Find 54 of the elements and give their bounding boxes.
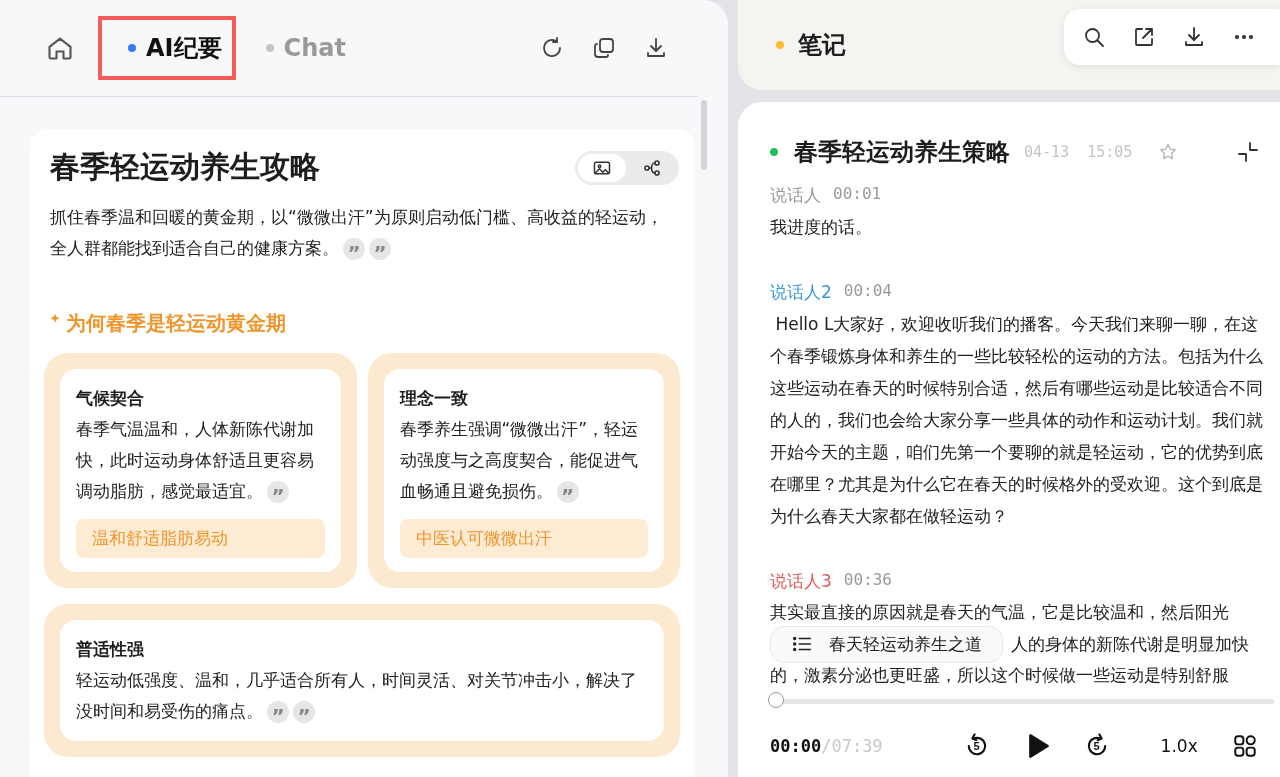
transcript-text: 我进度的话。 bbox=[770, 216, 873, 239]
image-view-button[interactable] bbox=[578, 153, 626, 182]
more-controls-button[interactable] bbox=[1231, 733, 1258, 759]
status-dot bbox=[770, 148, 778, 156]
note-date: 04-13 15:05 bbox=[1024, 143, 1133, 161]
elapsed-time: 00:00 bbox=[770, 736, 822, 756]
transcript-text: Hello L大家好，欢迎收听我们的播客。今天我们来聊一聊，在这个春季锻炼身体和养生的一些比较轻松的运动的方法。包括为什么这些运动在春天的时候特别合适，然后有哪些运动是比较适合不同的人的，我们也会给大家分享一些具体的动作和运动计划。我们就开始今天的主题，咱们先第一个要聊的就是轻运动，它的优势到底在哪里？尤其是为什么它在春天的时候格外的受欢迎。这个到底是为什么春天大家都在做轻运动？ bbox=[770, 313, 1264, 528]
transcript-line: 其实最直接的原因就是春天的气温，它是比较温和，然后阳光 bbox=[770, 602, 1230, 624]
citation-mark[interactable]: ” bbox=[267, 701, 289, 723]
keyword-tag: 中医认可微微出汗 bbox=[399, 519, 648, 558]
scrollbar[interactable] bbox=[701, 100, 707, 170]
refresh-icon[interactable] bbox=[540, 36, 564, 60]
card-title: 气候契合 bbox=[76, 387, 145, 410]
citation-mark[interactable]: ” bbox=[343, 238, 365, 260]
chapter-button[interactable]: 春天轻运动养生之道 bbox=[770, 625, 1003, 663]
card-title: 理念一致 bbox=[399, 387, 469, 410]
section-heading: 为何春季是轻运动黄金期 bbox=[66, 310, 286, 337]
timestamp[interactable]: 00:36 bbox=[843, 570, 892, 593]
card-title: 普适性强 bbox=[76, 638, 145, 661]
transcript-line: 人的身体的新陈代谢是明显加快 bbox=[1011, 633, 1249, 656]
card-text: 春季养生强调“微微出汗”，轻运动强度与之高度契合，能促进气血畅通且避免损伤。 ” bbox=[399, 418, 640, 507]
star-icon[interactable] bbox=[1158, 142, 1179, 162]
summary-title: 春季轻运动养生攻略 bbox=[50, 148, 320, 186]
timestamp[interactable]: 00:01 bbox=[833, 184, 882, 207]
tab[interactable]: AI纪要 bbox=[98, 16, 236, 80]
speaker-name[interactable]: 说话人 bbox=[770, 184, 821, 207]
card-text: 春季气温温和，人体新陈代谢加快，此时运动身体舒适且更容易调动脂肪，感觉最适宜。 ” bbox=[76, 418, 315, 507]
forward-button[interactable]: 5 bbox=[1082, 732, 1111, 760]
download-icon[interactable] bbox=[1182, 25, 1206, 49]
summary-text: 抓住春季温和回暖的黄金期，以“微微出汗”为原则启动低门槛、高收益的轻运动，全人群都能找到适合自己的健康方案。 ” ” bbox=[50, 206, 664, 264]
nodes-icon bbox=[642, 157, 662, 178]
transcript-line: 的，激素分泌也更旺盛，所以这个时候做一些运动是特别舒服 bbox=[770, 665, 1230, 687]
speaker-name[interactable]: 说话人3 bbox=[770, 570, 832, 593]
card-text: 轻运动低强度、温和，几乎适合所有人，时间灵活、对关节冲击小，解决了没时间和易受伤的痛点。 ” ” bbox=[76, 669, 638, 727]
collapse-icon[interactable] bbox=[1236, 140, 1260, 164]
speed-button[interactable]: 1.0x bbox=[1160, 736, 1198, 756]
download-icon[interactable] bbox=[644, 36, 668, 60]
citation-mark[interactable]: ” bbox=[369, 238, 391, 260]
citation-mark[interactable]: ” bbox=[556, 481, 579, 503]
more-controls-icon bbox=[1231, 733, 1258, 759]
rewind-button[interactable]: 5 bbox=[962, 732, 991, 760]
status-dot bbox=[776, 41, 784, 49]
progress-thumb[interactable] bbox=[768, 692, 784, 708]
share-icon[interactable] bbox=[1132, 25, 1156, 49]
keyword-tag: 温和舒适脂肪易动 bbox=[76, 519, 325, 558]
citation-mark[interactable]: ” bbox=[293, 701, 315, 723]
notes-title: 笔记 bbox=[798, 30, 847, 61]
timestamp[interactable]: 00:04 bbox=[843, 281, 892, 304]
search-icon[interactable] bbox=[1082, 25, 1106, 49]
tab[interactable]: Chat bbox=[235, 16, 356, 80]
citation-mark[interactable]: ” bbox=[267, 481, 289, 503]
speaker-name[interactable]: 说话人2 bbox=[770, 281, 832, 304]
copy-icon[interactable] bbox=[592, 36, 616, 60]
note-title: 春季轻运动养生策略 bbox=[794, 137, 1010, 168]
